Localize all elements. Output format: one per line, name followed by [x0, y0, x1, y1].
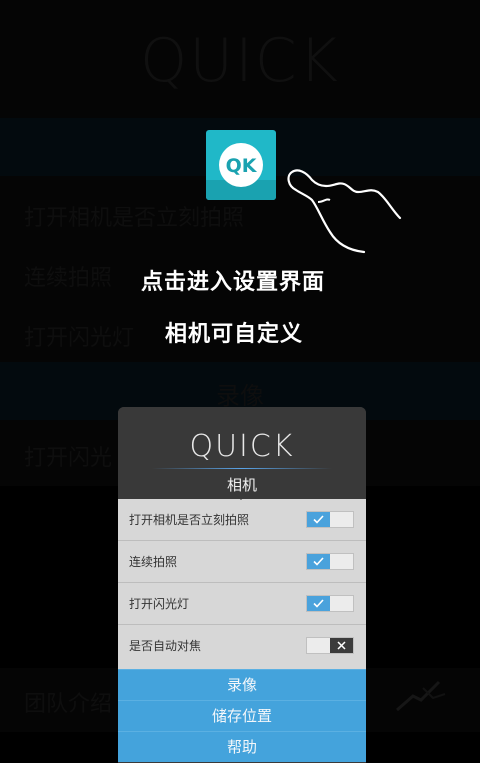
burst-toggle[interactable]	[306, 553, 354, 570]
app-icon[interactable]: QK	[206, 130, 276, 200]
hint-open-settings: 点击进入设置界面	[141, 270, 326, 295]
flash-toggle[interactable]	[306, 595, 354, 612]
setting-flash[interactable]: 打开闪光灯	[118, 583, 366, 625]
app-icon-label: QK	[226, 155, 258, 177]
storage-location-button[interactable]: 储存位置	[118, 700, 366, 731]
video-button[interactable]: 录像	[118, 669, 366, 700]
card-subtitle: 相机	[226, 476, 257, 494]
card-header: QUICK 相机	[118, 407, 366, 499]
toggle-knob	[307, 554, 330, 569]
card-divider	[152, 468, 332, 469]
setting-burst[interactable]: 连续拍照	[118, 541, 366, 583]
help-button[interactable]: 帮助	[118, 731, 366, 762]
instant-photo-toggle[interactable]	[306, 511, 354, 528]
tutorial-overlay[interactable]: QK 点击进入设置界面 相机可自定义 QUICK 相机 打开相机是否立刻拍照 连…	[0, 0, 480, 763]
setting-instant-photo[interactable]: 打开相机是否立刻拍照	[118, 499, 366, 541]
setting-autofocus[interactable]: 是否自动对焦	[118, 625, 366, 667]
autofocus-toggle[interactable]	[306, 637, 354, 654]
toggle-knob	[307, 512, 330, 527]
hint-customize-camera: 相机可自定义	[165, 322, 304, 347]
check-icon	[313, 557, 324, 566]
check-icon	[313, 515, 324, 524]
settings-preview-card: QUICK 相机 打开相机是否立刻拍照 连续拍照 打开闪光灯 是否自动对焦 录像…	[118, 407, 366, 763]
app-logo-icon: QK	[219, 143, 263, 187]
setting-label: 打开闪光灯	[129, 597, 190, 611]
close-icon	[337, 641, 346, 650]
settings-list: 打开相机是否立刻拍照 连续拍照 打开闪光灯 是否自动对焦	[118, 499, 366, 669]
setting-label: 是否自动对焦	[129, 639, 202, 653]
check-icon	[313, 599, 324, 608]
setting-label: 打开相机是否立刻拍照	[129, 513, 250, 527]
toggle-knob	[307, 596, 330, 611]
setting-label: 连续拍照	[129, 555, 178, 569]
card-logo: QUICK	[189, 429, 295, 464]
card-notch	[234, 493, 248, 500]
pointing-hand-icon	[287, 169, 402, 254]
toggle-knob	[330, 638, 353, 653]
